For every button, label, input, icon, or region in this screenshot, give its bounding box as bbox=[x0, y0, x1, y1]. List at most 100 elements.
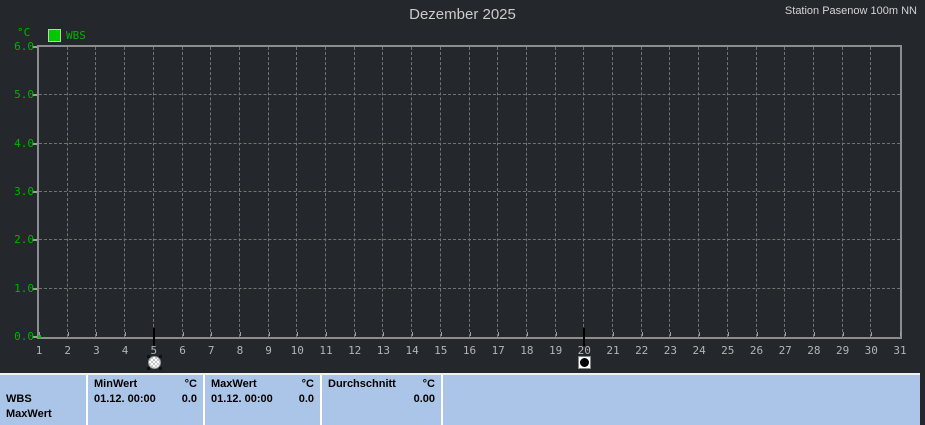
maxwert-header: MaxWert bbox=[211, 378, 257, 390]
x-axis-label: 29 bbox=[835, 344, 850, 357]
x-axis-label: 27 bbox=[778, 344, 792, 357]
x-axis-label: 31 bbox=[893, 344, 907, 357]
x-gridline bbox=[152, 47, 154, 337]
y-gridline bbox=[39, 239, 900, 241]
x-axis-tick bbox=[326, 332, 327, 336]
x-axis-tick bbox=[785, 332, 787, 336]
x-axis-tick bbox=[842, 332, 844, 336]
y-axis-label: 0.0 bbox=[14, 330, 34, 343]
x-axis-tick bbox=[613, 332, 614, 336]
y-axis-label: 6.0 bbox=[14, 40, 34, 53]
x-axis-tick bbox=[412, 332, 414, 336]
x-gridline bbox=[583, 47, 585, 337]
stats-col-maxwert: MaxWert °C 01.12. 00:00 0.0 bbox=[205, 375, 322, 425]
minwert-value: 0.0 bbox=[181, 393, 197, 405]
legend-label-wbs: WBS bbox=[66, 29, 86, 42]
stats-row-label-maxwert: MaxWert bbox=[6, 408, 52, 420]
x-axis-label: 7 bbox=[207, 344, 215, 357]
x-axis-tick bbox=[211, 332, 213, 336]
x-gridline bbox=[554, 47, 556, 337]
station-chart-window: Dezember 2025 Station Pasenow 100m NN °C… bbox=[0, 0, 925, 425]
x-gridline bbox=[210, 47, 212, 337]
x-axis-tick bbox=[125, 332, 127, 336]
x-gridline bbox=[468, 47, 470, 337]
durchschnitt-header: Durchschnitt bbox=[328, 378, 396, 390]
x-gridline bbox=[612, 47, 613, 337]
x-axis-tick bbox=[699, 332, 701, 336]
range-marker-start[interactable] bbox=[146, 355, 162, 370]
x-axis-label: 16 bbox=[462, 344, 477, 357]
durchschnitt-unit: °C bbox=[422, 378, 435, 390]
x-axis-tick bbox=[727, 332, 729, 336]
x-axis-tick bbox=[756, 332, 758, 336]
x-axis-tick bbox=[469, 332, 471, 336]
x-gridline bbox=[439, 47, 441, 337]
x-axis-label: 30 bbox=[864, 344, 878, 357]
x-axis-tick bbox=[67, 332, 69, 336]
stats-col-minwert: MinWert °C 01.12. 00:00 0.0 bbox=[88, 375, 205, 425]
x-axis-label: 9 bbox=[265, 344, 272, 357]
x-axis-tick bbox=[268, 332, 270, 336]
x-gridline bbox=[497, 47, 499, 337]
x-gridline bbox=[296, 47, 298, 337]
maxwert-unit: °C bbox=[301, 378, 314, 390]
x-axis-label: 12 bbox=[348, 344, 362, 357]
plot-area bbox=[37, 45, 902, 339]
x-axis-tick bbox=[871, 332, 873, 336]
y-axis-label: 5.0 bbox=[14, 88, 34, 102]
y-gridline bbox=[39, 142, 900, 144]
stats-row-labels: WBS MaxWert bbox=[0, 375, 88, 425]
x-axis-label: 28 bbox=[807, 344, 821, 357]
x-axis-tick bbox=[900, 332, 901, 336]
x-axis-label: 3 bbox=[93, 344, 100, 357]
x-gridline bbox=[755, 47, 757, 337]
x-axis-tick bbox=[670, 332, 672, 336]
x-axis-tick bbox=[383, 332, 385, 336]
y-gridline bbox=[39, 191, 900, 192]
y-gridline bbox=[39, 94, 900, 96]
x-axis-tick bbox=[239, 332, 241, 336]
x-gridline bbox=[640, 47, 642, 337]
x-gridline bbox=[841, 47, 843, 337]
x-axis-tick bbox=[96, 332, 98, 336]
y-gridline bbox=[39, 287, 900, 289]
y-axis-unit-label: °C bbox=[17, 26, 31, 39]
range-marker-end[interactable] bbox=[577, 355, 592, 370]
x-gridline bbox=[382, 47, 384, 337]
marker-selection-handle bbox=[146, 355, 150, 358]
x-gridline bbox=[726, 47, 728, 337]
x-gridline bbox=[95, 47, 97, 337]
x-axis-tick bbox=[813, 332, 815, 336]
x-axis-label: 25 bbox=[721, 344, 735, 357]
x-axis-label: 10 bbox=[290, 344, 304, 357]
minwert-date: 01.12. 00:00 bbox=[94, 393, 156, 405]
x-gridline bbox=[669, 47, 671, 337]
minwert-unit: °C bbox=[184, 378, 197, 390]
x-axis-tick bbox=[182, 332, 184, 336]
x-gridline bbox=[698, 47, 700, 337]
x-gridline bbox=[411, 47, 413, 337]
wbs-data-point bbox=[38, 335, 41, 338]
x-gridline bbox=[784, 47, 786, 337]
square-dot-icon bbox=[578, 356, 592, 369]
range-marker-end-indicator-line bbox=[583, 328, 586, 346]
x-axis-label: 4 bbox=[121, 344, 129, 357]
y-axis-label: 4.0 bbox=[14, 136, 34, 150]
x-axis-label: 13 bbox=[376, 344, 391, 357]
x-gridline bbox=[525, 47, 527, 337]
marker-selection-handle bbox=[158, 355, 162, 358]
x-axis-tick bbox=[641, 332, 643, 336]
x-gridline bbox=[238, 47, 240, 337]
y-axis-label: 1.0 bbox=[14, 281, 34, 295]
stats-header-spacer bbox=[0, 377, 86, 392]
legend-swatch-wbs-icon bbox=[48, 29, 61, 42]
x-axis-label: 23 bbox=[663, 344, 678, 357]
x-axis-label: 11 bbox=[319, 344, 333, 357]
y-axis-label: 3.0 bbox=[14, 185, 34, 198]
minwert-header: MinWert bbox=[94, 378, 138, 390]
x-axis-label: 8 bbox=[236, 344, 244, 357]
x-axis-label: 17 bbox=[491, 344, 505, 357]
x-axis-tick bbox=[498, 332, 500, 336]
range-marker-start-indicator-line bbox=[152, 328, 155, 346]
x-axis-tick bbox=[354, 332, 356, 336]
